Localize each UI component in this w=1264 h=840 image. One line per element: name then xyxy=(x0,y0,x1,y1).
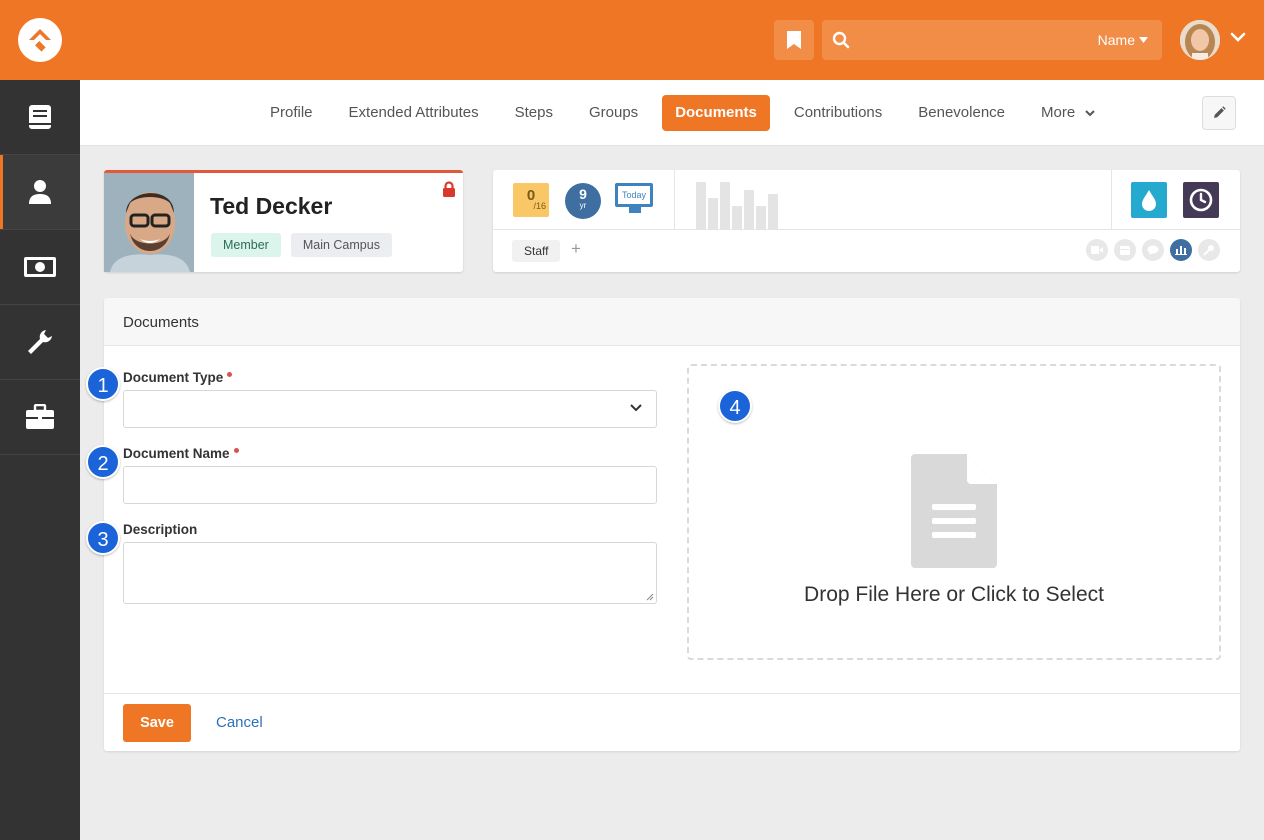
document-type-label-text: Document Type xyxy=(123,370,224,385)
campus-badge: Main Campus xyxy=(290,233,392,257)
edit-button[interactable] xyxy=(1202,96,1236,130)
search-icon xyxy=(832,31,850,49)
tab-groups[interactable]: Groups xyxy=(571,95,656,131)
file-icon xyxy=(911,454,997,568)
description-textarea[interactable] xyxy=(123,542,657,604)
video-icon[interactable] xyxy=(1086,239,1108,261)
water-drop-icon xyxy=(1142,190,1156,211)
rock-logo-icon[interactable] xyxy=(18,18,62,62)
tab-profile[interactable]: Profile xyxy=(252,95,331,131)
document-name-label-text: Document Name xyxy=(123,446,230,461)
years-unit: yr xyxy=(579,201,587,210)
callout-number: 4 xyxy=(718,389,752,423)
money-icon xyxy=(24,257,56,277)
sidebar-item-admin[interactable] xyxy=(0,380,80,455)
required-indicator xyxy=(233,448,239,453)
tag-staff[interactable]: Staff xyxy=(512,240,561,262)
last-visit-badge[interactable]: Today xyxy=(615,183,655,219)
document-type-label: Document Type xyxy=(123,370,233,385)
history-badge[interactable] xyxy=(1183,182,1219,218)
chat-icon[interactable] xyxy=(1142,239,1164,261)
description-label: Description xyxy=(123,522,198,537)
search-filter-dropdown[interactable]: Name xyxy=(1098,32,1148,48)
tab-benevolence[interactable]: Benevolence xyxy=(900,95,1023,131)
years-attending-badge[interactable]: 9 yr xyxy=(565,183,601,219)
user-avatar[interactable] xyxy=(1180,20,1220,60)
badge-divider xyxy=(1111,170,1112,230)
dropzone-text: Drop File Here or Click to Select xyxy=(804,583,1104,606)
attendance-bar xyxy=(708,198,718,230)
bookmark-button[interactable] xyxy=(774,20,814,60)
attendance-bar xyxy=(768,194,778,230)
callout-number: 3 xyxy=(86,521,120,555)
attendance-bar xyxy=(744,190,754,230)
tab-steps[interactable]: Steps xyxy=(497,95,571,131)
key-icon[interactable] xyxy=(1198,239,1220,261)
caret-down-icon xyxy=(1139,37,1148,43)
badge-divider xyxy=(674,170,675,230)
person-card: Ted Decker Member Main Campus xyxy=(104,170,463,272)
wrench-icon xyxy=(28,330,52,354)
sidebar-item-book[interactable] xyxy=(0,80,80,155)
last-visit-label: Today xyxy=(621,190,647,200)
sidebar-item-tools[interactable] xyxy=(0,305,80,380)
family-attendance-total: /16 xyxy=(533,201,546,211)
panel-title: Documents xyxy=(104,298,1240,346)
tab-more-label: More xyxy=(1041,104,1076,121)
sidebar-item-people[interactable] xyxy=(0,155,80,230)
required-indicator xyxy=(227,372,233,377)
document-name-label: Document Name xyxy=(123,446,239,461)
chevron-down-icon xyxy=(1085,110,1096,117)
family-attendance-badge[interactable]: 0 /16 xyxy=(513,183,549,217)
callout-number: 2 xyxy=(86,445,120,479)
callout-number: 1 xyxy=(86,367,120,401)
chevron-down-icon xyxy=(630,404,642,412)
person-tabs-bar: Profile Extended Attributes Steps Groups… xyxy=(80,80,1264,146)
chevron-down-icon[interactable] xyxy=(1230,32,1246,44)
person-name: Ted Decker xyxy=(210,193,333,219)
file-dropzone[interactable]: Drop File Here or Click to Select xyxy=(687,364,1221,660)
resize-grip-icon[interactable] xyxy=(646,593,654,601)
panel-footer: Save Cancel xyxy=(104,693,1240,751)
tab-contributions[interactable]: Contributions xyxy=(776,95,900,131)
lock-icon xyxy=(443,181,455,197)
calendar-icon[interactable] xyxy=(1114,239,1136,261)
baptism-badge[interactable] xyxy=(1131,182,1167,218)
save-button[interactable]: Save xyxy=(123,704,191,742)
attendance-bar xyxy=(696,182,706,230)
person-icon xyxy=(29,180,51,204)
chart-icon[interactable] xyxy=(1170,239,1192,261)
book-icon xyxy=(29,105,51,129)
years-value: 9 xyxy=(579,186,587,202)
tab-documents[interactable]: Documents xyxy=(662,95,770,131)
sidebar-item-finance[interactable] xyxy=(0,230,80,305)
connection-status-badge: Member xyxy=(211,233,281,257)
document-type-select[interactable] xyxy=(123,390,657,428)
attendance-bar xyxy=(720,182,730,230)
search-filter-label: Name xyxy=(1097,32,1135,48)
sidebar xyxy=(0,80,80,840)
briefcase-icon xyxy=(26,404,54,429)
attendance-bar-chart[interactable] xyxy=(696,180,1116,230)
attendance-bar xyxy=(732,206,742,230)
bookmark-icon xyxy=(787,31,801,49)
monitor-icon: Today xyxy=(615,183,653,207)
top-bar: Name xyxy=(0,0,1264,80)
clock-icon xyxy=(1189,188,1213,212)
tab-more[interactable]: More xyxy=(1023,95,1113,131)
person-photo[interactable] xyxy=(104,173,194,272)
badge-bar: 0 /16 9 yr Today Staff + xyxy=(493,170,1240,272)
search-input[interactable]: Name xyxy=(822,20,1162,60)
attendance-baseline xyxy=(780,229,1116,230)
attendance-bar xyxy=(756,206,766,230)
tab-extended-attributes[interactable]: Extended Attributes xyxy=(331,95,497,131)
documents-panel: Documents Document Type Document Name De… xyxy=(104,298,1240,751)
document-name-input[interactable] xyxy=(123,466,657,504)
cancel-link[interactable]: Cancel xyxy=(216,714,263,731)
pencil-icon xyxy=(1214,106,1226,118)
add-tag-button[interactable]: + xyxy=(571,240,581,257)
